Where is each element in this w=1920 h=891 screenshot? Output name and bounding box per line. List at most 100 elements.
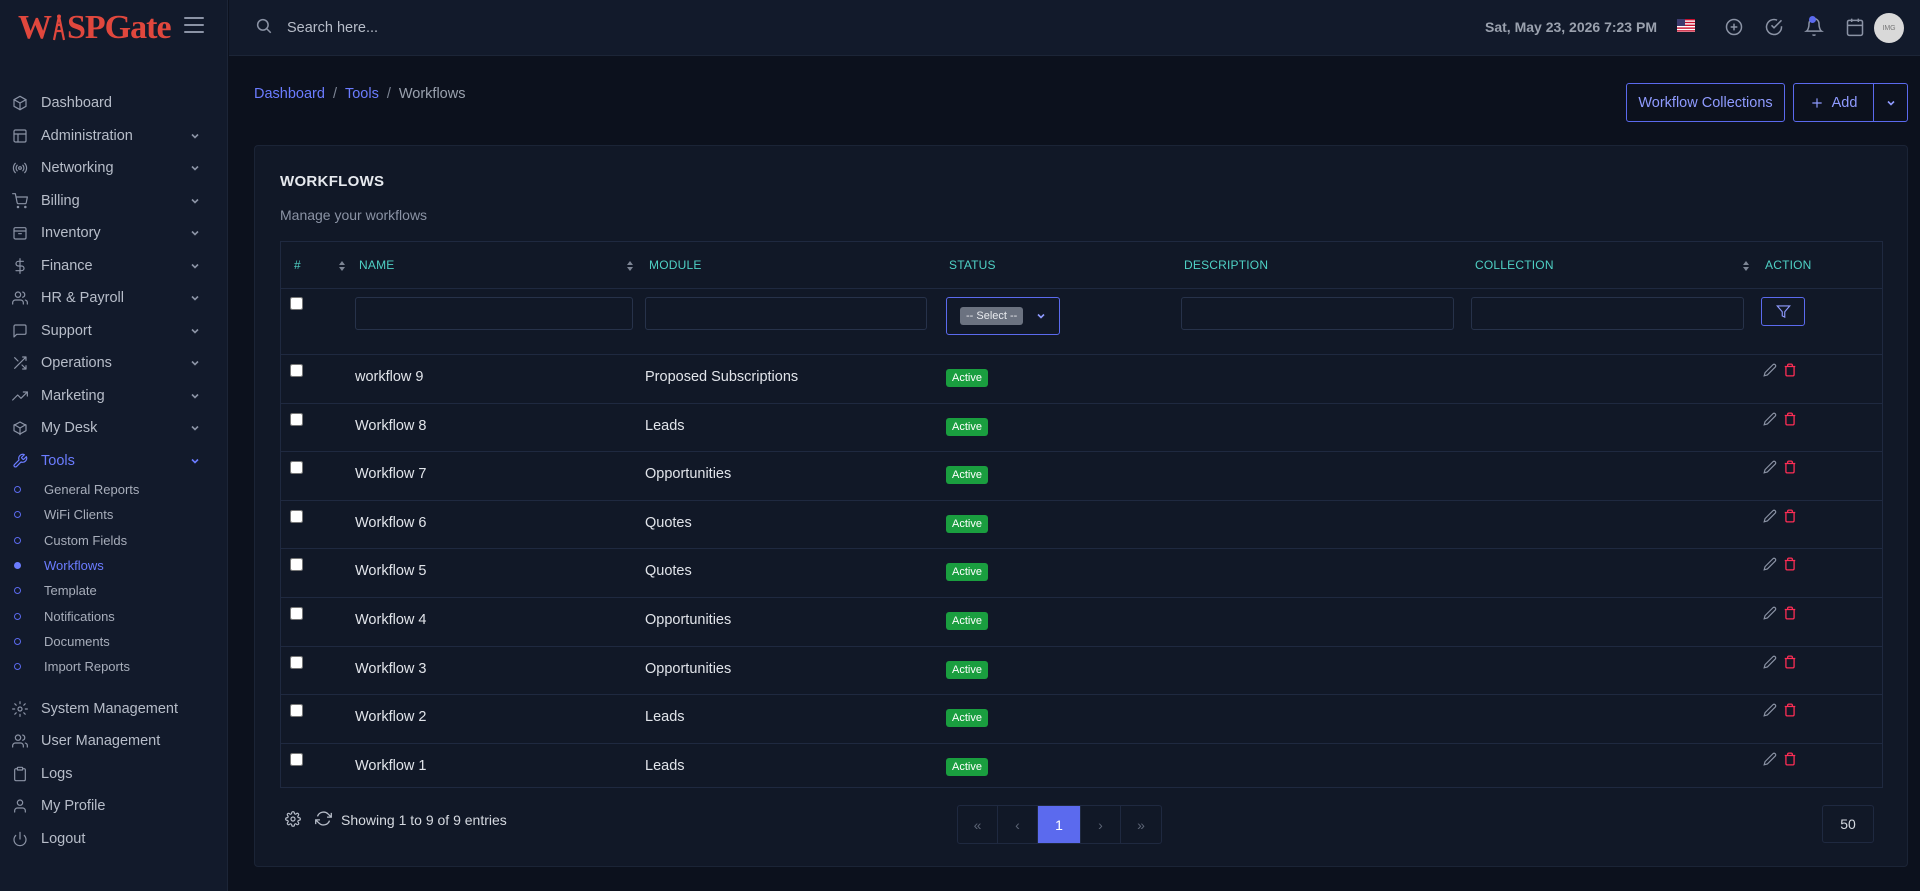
pagination-last[interactable]: » xyxy=(1121,806,1161,843)
menu-toggle-icon[interactable] xyxy=(184,17,204,35)
settings-gear-icon[interactable] xyxy=(285,811,301,827)
table-row[interactable]: Workflow 8 Leads Active xyxy=(281,403,1882,452)
plus-circle-icon[interactable] xyxy=(1724,17,1744,37)
sidebar-item-finance[interactable]: Finance xyxy=(0,250,227,283)
col-header-description[interactable]: DESCRIPTION xyxy=(1184,242,1268,288)
refresh-icon[interactable] xyxy=(315,810,332,827)
table-row[interactable]: Workflow 1 Leads Active xyxy=(281,743,1882,792)
sidebar-item-logs[interactable]: Logs xyxy=(0,757,227,790)
apply-filter-button[interactable] xyxy=(1761,297,1805,326)
sidebar-item-inventory[interactable]: Inventory xyxy=(0,217,227,250)
row-checkbox[interactable] xyxy=(290,752,303,766)
sidebar-item-tools[interactable]: Tools xyxy=(0,445,227,478)
row-checkbox[interactable] xyxy=(290,461,303,475)
sidebar-subitem-import-reports[interactable]: Import Reports xyxy=(0,654,227,679)
delete-icon[interactable] xyxy=(1783,752,1797,766)
sidebar-item-billing[interactable]: Billing xyxy=(0,185,227,218)
select-all-checkbox[interactable] xyxy=(290,297,303,310)
row-checkbox[interactable] xyxy=(290,558,303,572)
col-header-num[interactable]: # xyxy=(294,242,301,288)
edit-icon[interactable] xyxy=(1763,703,1777,717)
search-input[interactable] xyxy=(287,16,687,40)
table-row[interactable]: Workflow 5 Quotes Active xyxy=(281,548,1882,597)
pagination-next[interactable]: › xyxy=(1081,806,1121,843)
sidebar-item-logout[interactable]: Logout xyxy=(0,822,227,855)
page-size-select[interactable]: 50 xyxy=(1822,805,1874,843)
sidebar-subitem-template[interactable]: Template xyxy=(0,578,227,603)
status-filter-select[interactable]: -- Select -- xyxy=(946,297,1060,335)
description-filter-input[interactable] xyxy=(1181,297,1454,330)
add-dropdown-button[interactable] xyxy=(1873,83,1908,122)
table-row[interactable]: Workflow 2 Leads Active xyxy=(281,694,1882,743)
table-row[interactable]: Workflow 7 Opportunities Active xyxy=(281,451,1882,500)
check-circle-icon[interactable] xyxy=(1764,17,1784,37)
sort-icon[interactable] xyxy=(626,260,634,272)
collection-filter-input[interactable] xyxy=(1471,297,1744,330)
delete-icon[interactable] xyxy=(1783,557,1797,571)
sidebar-subitem-wifi-clients[interactable]: WiFi Clients xyxy=(0,502,227,527)
avatar[interactable]: IMG xyxy=(1874,13,1904,43)
edit-icon[interactable] xyxy=(1763,557,1777,572)
pagination-first[interactable]: « xyxy=(958,806,998,843)
sort-icon[interactable] xyxy=(1742,260,1750,272)
sidebar-item-networking[interactable]: Networking xyxy=(0,152,227,185)
breadcrumb-tools[interactable]: Tools xyxy=(345,86,379,102)
sidebar-subitem-workflows[interactable]: Workflows xyxy=(0,553,227,578)
sidebar-item-user-management[interactable]: User Management xyxy=(0,725,227,758)
col-header-status[interactable]: STATUS xyxy=(949,242,996,288)
sidebar-item-hr-and-payroll[interactable]: HR & Payroll xyxy=(0,282,227,315)
row-checkbox[interactable] xyxy=(290,655,303,669)
sidebar-item-my-desk[interactable]: My Desk xyxy=(0,412,227,445)
us-flag-icon[interactable] xyxy=(1677,19,1695,32)
cell-name: workflow 9 xyxy=(355,369,424,385)
table-row[interactable]: Workflow 4 Opportunities Active xyxy=(281,597,1882,646)
delete-icon[interactable] xyxy=(1783,606,1797,620)
delete-icon[interactable] xyxy=(1783,460,1797,474)
edit-icon[interactable] xyxy=(1763,752,1777,766)
row-checkbox[interactable] xyxy=(290,704,303,718)
sidebar-item-operations[interactable]: Operations xyxy=(0,347,227,380)
delete-icon[interactable] xyxy=(1783,363,1797,377)
edit-icon[interactable] xyxy=(1763,412,1777,426)
col-header-name[interactable]: NAME xyxy=(359,242,394,288)
col-header-collection[interactable]: COLLECTION xyxy=(1475,242,1554,288)
delete-icon[interactable] xyxy=(1783,655,1797,669)
delete-icon[interactable] xyxy=(1783,412,1797,426)
table-row[interactable]: workflow 9 Proposed Subscriptions Active xyxy=(281,354,1882,403)
edit-icon[interactable] xyxy=(1763,606,1777,620)
sidebar-item-marketing[interactable]: Marketing xyxy=(0,380,227,413)
pagination-current-page[interactable]: 1 xyxy=(1038,806,1081,843)
delete-icon[interactable] xyxy=(1783,509,1797,523)
col-header-module[interactable]: MODULE xyxy=(649,242,702,288)
row-checkbox[interactable] xyxy=(290,509,303,523)
row-checkbox[interactable] xyxy=(290,364,303,377)
sidebar-item-dashboard[interactable]: Dashboard xyxy=(0,87,227,120)
name-filter-input[interactable] xyxy=(355,297,633,330)
sidebar-subitem-documents[interactable]: Documents xyxy=(0,629,227,654)
sidebar-subitem-custom-fields[interactable]: Custom Fields xyxy=(0,528,227,553)
sidebar-item-system-management[interactable]: System Management xyxy=(0,692,227,725)
workflow-collections-button[interactable]: Workflow Collections xyxy=(1626,83,1785,122)
table-row[interactable]: Workflow 3 Opportunities Active xyxy=(281,646,1882,695)
table-row[interactable]: Workflow 6 Quotes Active xyxy=(281,500,1882,549)
delete-icon[interactable] xyxy=(1783,703,1797,717)
edit-icon[interactable] xyxy=(1763,509,1777,523)
calendar-icon[interactable] xyxy=(1845,17,1865,37)
sidebar-subitem-general-reports[interactable]: General Reports xyxy=(0,477,227,502)
module-filter-input[interactable] xyxy=(645,297,927,330)
sidebar-item-my-profile[interactable]: My Profile xyxy=(0,790,227,823)
sidebar-item-support[interactable]: Support xyxy=(0,315,227,348)
search-icon[interactable] xyxy=(255,17,273,35)
edit-icon[interactable] xyxy=(1763,460,1777,474)
row-checkbox[interactable] xyxy=(290,412,303,426)
sort-icon[interactable] xyxy=(338,260,346,272)
edit-icon[interactable] xyxy=(1763,655,1777,669)
breadcrumb-dashboard[interactable]: Dashboard xyxy=(254,86,325,102)
app-logo[interactable]: W SPGate xyxy=(18,9,172,47)
row-checkbox[interactable] xyxy=(290,607,303,620)
sidebar-item-administration[interactable]: Administration xyxy=(0,120,227,153)
edit-icon[interactable] xyxy=(1763,363,1777,377)
pagination-prev[interactable]: ‹ xyxy=(998,806,1038,843)
add-button[interactable]: Add xyxy=(1793,83,1874,122)
sidebar-subitem-notifications[interactable]: Notifications xyxy=(0,603,227,628)
